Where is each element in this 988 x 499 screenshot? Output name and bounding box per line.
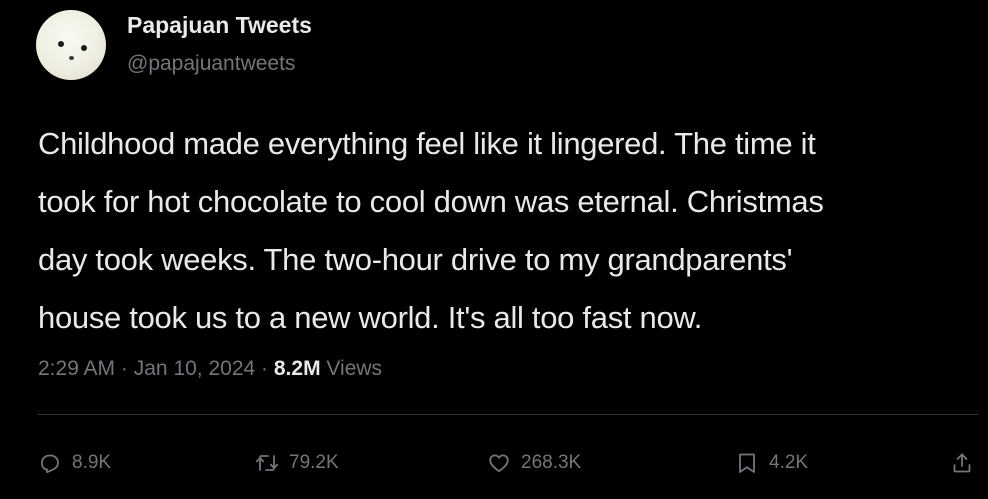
meta-separator: ·	[120, 357, 128, 380]
reply-button[interactable]: 8.9K	[38, 446, 111, 480]
like-count: 268.3K	[521, 452, 582, 473]
views-count: 8.2M	[273, 357, 321, 380]
reply-count: 8.9K	[72, 452, 112, 473]
retweet-button[interactable]: 79.2K	[255, 446, 339, 480]
tweet-text-line: day took weeks. The two-hour drive to my…	[38, 242, 793, 277]
avatar-eye	[58, 41, 64, 47]
tweet-meta: 2:29 AM · Jan 10, 2024 · 8.2M Views	[38, 357, 382, 381]
reply-icon	[41, 454, 59, 474]
retweet-icon	[255, 455, 279, 471]
like-button[interactable]: 268.3K	[487, 446, 581, 480]
author-display-name[interactable]: Papajuan Tweets	[127, 12, 312, 39]
bookmark-button[interactable]: 4.2K	[735, 446, 808, 480]
heart-icon	[489, 454, 509, 473]
bookmark-icon	[739, 453, 755, 473]
views-label: Views	[326, 357, 383, 380]
avatar-eye	[81, 45, 87, 51]
retweet-count: 79.2K	[289, 452, 339, 473]
bookmark-count: 4.2K	[769, 452, 809, 473]
meta-separator: ·	[261, 357, 269, 380]
avatar[interactable]	[36, 10, 106, 80]
tweet-card: Papajuan Tweets @papajuantweets Childhoo…	[0, 0, 988, 499]
tweet-text: Childhood made everything feel like it l…	[38, 115, 983, 347]
tweet-time[interactable]: 2:29 AM	[38, 357, 115, 380]
tweet-text-line: Childhood made everything feel like it l…	[38, 126, 816, 161]
tweet-text-line: took for hot chocolate to cool down was …	[38, 184, 824, 219]
tweet-text-line: house took us to a new world. It's all t…	[38, 300, 703, 335]
share-button[interactable]	[950, 446, 974, 480]
tweet-date[interactable]: Jan 10, 2024	[134, 357, 255, 380]
avatar-nose	[69, 56, 74, 60]
divider	[38, 414, 978, 415]
author-handle[interactable]: @papajuantweets	[127, 52, 295, 76]
share-icon	[953, 453, 971, 473]
